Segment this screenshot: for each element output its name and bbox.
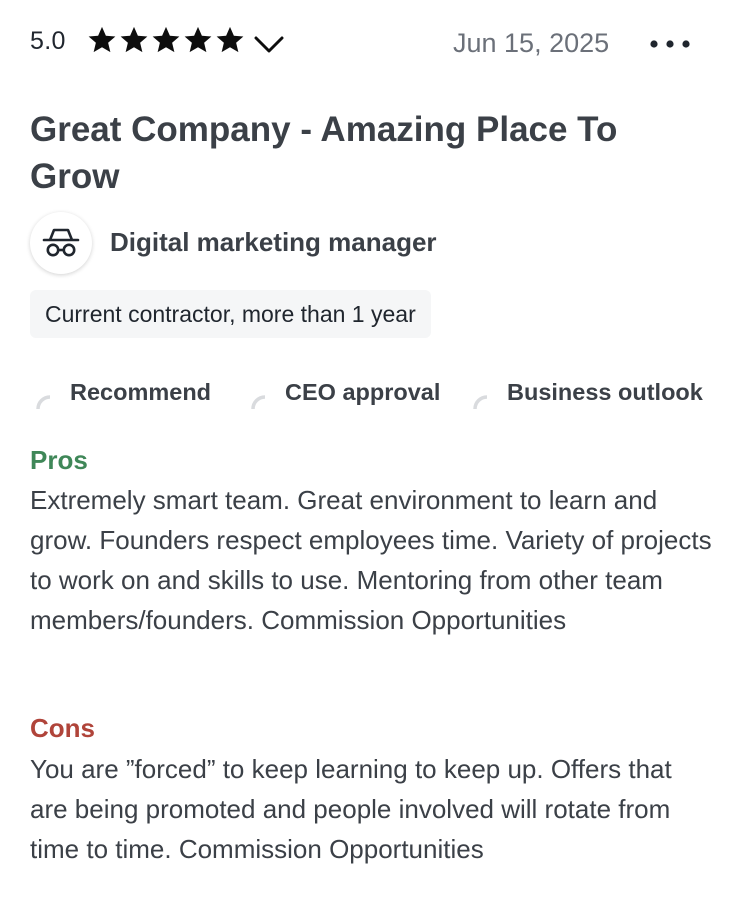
cons-text: You are ”forced” to keep learning to kee…	[30, 754, 672, 864]
pros-text: Extremely smart team. Great environment …	[30, 485, 712, 635]
star-icon	[152, 26, 180, 53]
ceo-approval-label: CEO approval	[285, 379, 441, 405]
star-icon	[120, 26, 148, 53]
pros-heading: Pros	[30, 445, 88, 475]
star-icon	[88, 26, 116, 53]
recommend-label: Recommend	[70, 379, 212, 405]
review-card: 5.0 Jun 15, 2025 Great Company - Amazing…	[0, 0, 738, 924]
avatar	[30, 212, 92, 274]
business-outlook-label: Business outlook	[507, 379, 703, 405]
chevron-down-icon[interactable]	[252, 30, 286, 58]
partial-circle-icon	[251, 395, 266, 410]
star-icon	[216, 26, 244, 53]
review-date: Jun 15, 2025	[453, 28, 610, 58]
rating-value: 5.0	[30, 27, 66, 55]
partial-circle-icon	[473, 395, 488, 410]
partial-circle-icon	[36, 395, 51, 410]
rating-indicators: Recommend CEO approval Business outlook	[34, 376, 724, 416]
cons-heading: Cons	[30, 713, 95, 743]
role-title: Digital marketing manager	[110, 227, 437, 257]
star-rating	[87, 25, 245, 59]
review-title: Great Company - Amazing Place To Grow	[30, 110, 618, 196]
star-icon	[184, 26, 212, 53]
employment-status-chip: Current contractor, more than 1 year	[30, 290, 431, 338]
review-header: 5.0 Jun 15, 2025	[30, 22, 700, 62]
more-options-icon[interactable]	[646, 28, 694, 60]
incognito-icon	[42, 228, 80, 257]
